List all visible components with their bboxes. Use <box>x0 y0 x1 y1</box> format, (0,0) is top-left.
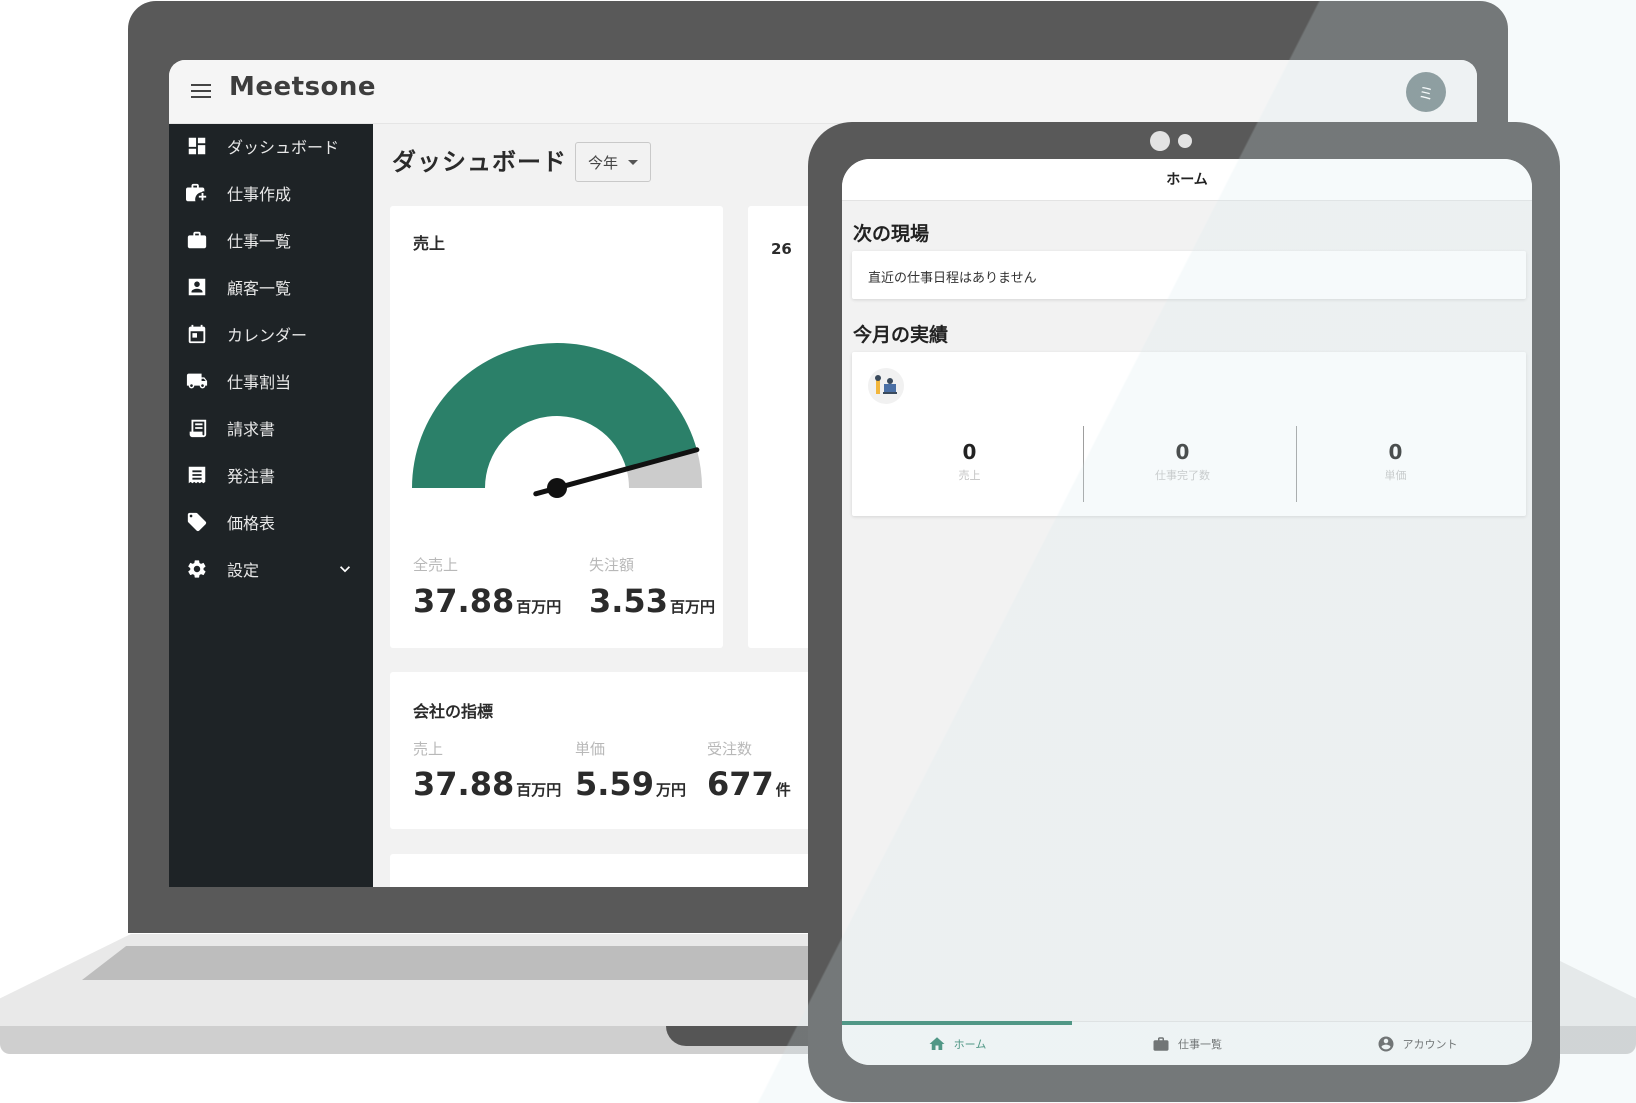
order-list-icon <box>186 464 208 486</box>
metric-sales: 0 売上 <box>863 440 1076 483</box>
sidebar-item-dashboard[interactable]: ダッシュボード <box>169 124 373 168</box>
sidebar-item-invoice[interactable]: 請求書 <box>169 406 373 450</box>
tab-account[interactable]: アカウント <box>1302 1022 1532 1065</box>
sidebar-item-label: カレンダー <box>227 326 308 345</box>
tab-work-list-label: 仕事一覧 <box>1178 1038 1222 1051</box>
period-select-value: 今年 <box>588 153 619 172</box>
chevron-down-icon[interactable] <box>335 559 355 579</box>
metric-sales-label: 売上 <box>958 469 981 482</box>
sidebar-item-calendar[interactable]: カレンダー <box>169 312 373 356</box>
dashboard-icon <box>186 135 208 157</box>
caret-down-icon <box>628 160 638 165</box>
monthly-results-card: 0 売上 0 仕事完了数 0 単価 <box>852 352 1526 516</box>
metric-unit-price: 0 単価 <box>1289 440 1502 483</box>
sidebar-item-label: 価格表 <box>227 514 276 533</box>
company-sales-number: 37.88 <box>413 765 515 803</box>
home-icon <box>929 1037 945 1050</box>
sidebar-item-label: 仕事割当 <box>227 373 292 392</box>
worker-illustration-icon <box>868 368 904 404</box>
sidebar-item-label: 仕事一覧 <box>227 232 292 251</box>
tablet-header-title: ホーム <box>842 159 1532 201</box>
monthly-results-title: 今月の実績 <box>853 324 949 346</box>
tablet-screen: ホーム 次の現場 直近の仕事日程はありません 今月の実績 0 売上 0 仕事完了… <box>842 159 1532 1065</box>
next-site-title: 次の現場 <box>853 223 930 245</box>
metric-completed-value: 0 <box>1175 440 1190 464</box>
metric-unit-price-value: 0 <box>1388 440 1403 464</box>
next-site-empty-text: 直近の仕事日程はありません <box>868 271 1037 286</box>
lost-orders-number: 3.53 <box>589 582 668 620</box>
company-sales-unit: 百万円 <box>516 781 562 799</box>
sales-card: 売上 全売上 37.88 百万円 失注額 3.53 百万円 <box>390 206 723 648</box>
unit-price-value: 5.59 万円 <box>575 765 686 803</box>
sidebar-item-assignment[interactable]: 仕事割当 <box>169 359 373 403</box>
tab-home-label: ホーム <box>953 1038 987 1051</box>
tablet-sensor <box>1178 134 1192 148</box>
sidebar-item-label: ダッシュボード <box>227 138 340 157</box>
app-logo: Meetsone <box>229 72 377 102</box>
total-sales-label: 全売上 <box>413 556 459 574</box>
orders-count-number: 677 <box>707 765 774 803</box>
calendar-icon <box>186 323 208 345</box>
tab-home[interactable]: ホーム <box>842 1022 1072 1065</box>
company-sales-value: 37.88 百万円 <box>413 765 561 803</box>
tag-icon <box>186 511 208 533</box>
sidebar-item-label: 請求書 <box>227 420 276 439</box>
account-circle-icon <box>1378 1036 1393 1052</box>
tablet-bottom-nav: ホーム 仕事一覧 アカウント <box>842 1021 1532 1065</box>
total-sales-number: 37.88 <box>413 582 515 620</box>
sidebar-item-settings[interactable]: 設定 <box>169 547 373 591</box>
lost-orders-unit: 百万円 <box>669 598 715 616</box>
briefcase-icon <box>186 229 208 251</box>
metric-sales-value: 0 <box>962 440 977 464</box>
company-sales-label: 売上 <box>413 740 444 758</box>
unit-price-label: 単価 <box>575 740 606 758</box>
orders-count-unit: 件 <box>775 781 791 799</box>
sidebar-item-label: 顧客一覧 <box>227 279 292 298</box>
sidebar-item-create-work[interactable]: 仕事作成 <box>169 171 373 215</box>
orders-count-value: 677 件 <box>707 765 791 803</box>
briefcase-icon <box>1153 1037 1169 1051</box>
sidebar-item-price-list[interactable]: 価格表 <box>169 500 373 544</box>
work-add-icon <box>186 182 208 204</box>
app-bar: Meetsone ミ <box>169 60 1477 124</box>
tab-work-list[interactable]: 仕事一覧 <box>1072 1022 1302 1065</box>
unit-price-unit: 万円 <box>655 781 686 799</box>
total-sales-unit: 百万円 <box>516 598 562 616</box>
sidebar-item-label: 発注書 <box>227 467 276 486</box>
metric-unit-price-label: 単価 <box>1384 469 1407 482</box>
sales-card-title: 売上 <box>413 234 446 253</box>
company-metrics-title: 会社の指標 <box>413 702 494 721</box>
page-title: ダッシュボード <box>392 148 567 176</box>
sidebar-item-work-list[interactable]: 仕事一覧 <box>169 218 373 262</box>
sidebar-item-label: 仕事作成 <box>227 185 292 204</box>
metric-completed-label: 仕事完了数 <box>1155 469 1210 482</box>
lost-orders-value: 3.53 百万円 <box>589 582 715 620</box>
gauge-hub <box>547 478 567 498</box>
tablet-camera <box>1150 131 1170 151</box>
sidebar-item-label: 設定 <box>227 561 260 580</box>
metric-completed: 0 仕事完了数 <box>1076 440 1289 483</box>
sales-gauge <box>412 342 702 498</box>
total-sales-value: 37.88 百万円 <box>413 582 561 620</box>
truck-icon <box>186 370 208 392</box>
sidebar-item-customers[interactable]: 顧客一覧 <box>169 265 373 309</box>
contact-card-icon <box>186 276 208 298</box>
receipt-icon <box>186 417 208 439</box>
orders-count-label: 受注数 <box>707 740 753 758</box>
period-select[interactable]: 今年 <box>575 142 651 182</box>
sidebar: ダッシュボード 仕事作成 仕事一覧 顧客一覧 カレンダー 仕事割当 請求書 発注… <box>169 124 373 887</box>
unit-price-number: 5.59 <box>575 765 654 803</box>
second-card-title: 26 <box>771 240 792 258</box>
menu-icon[interactable] <box>191 84 211 98</box>
sidebar-item-purchase-order[interactable]: 発注書 <box>169 453 373 497</box>
next-site-card: 直近の仕事日程はありません <box>852 251 1526 299</box>
gear-icon <box>186 558 208 580</box>
avatar[interactable]: ミ <box>1406 72 1446 112</box>
lost-orders-label: 失注額 <box>589 556 635 574</box>
tab-account-label: アカウント <box>1402 1038 1458 1051</box>
